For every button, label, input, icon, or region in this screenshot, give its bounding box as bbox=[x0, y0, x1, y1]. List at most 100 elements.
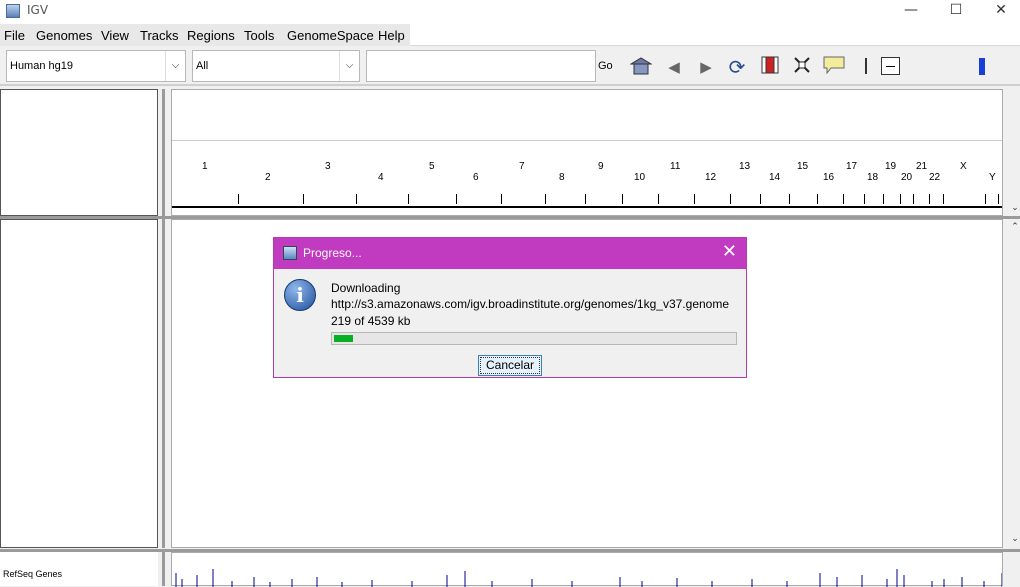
ruler-tick bbox=[985, 194, 986, 204]
chromosome-label[interactable]: 17 bbox=[846, 161, 857, 172]
close-icon[interactable]: ✕ bbox=[722, 243, 737, 261]
chromosome-label[interactable]: 15 bbox=[797, 161, 808, 172]
chromosome-label[interactable]: 21 bbox=[916, 161, 927, 172]
forward-icon[interactable]: ▶ bbox=[695, 56, 717, 78]
popup-text-icon[interactable] bbox=[823, 56, 845, 78]
ruler-tick bbox=[730, 194, 731, 204]
home-icon[interactable] bbox=[629, 56, 653, 78]
chevron-down-icon[interactable]: ⌵ bbox=[165, 51, 185, 81]
ruler-tick bbox=[998, 194, 999, 204]
chromosome-label[interactable]: 2 bbox=[265, 172, 271, 183]
ruler-tick bbox=[303, 194, 304, 204]
chromosome-label[interactable]: Y bbox=[989, 172, 996, 183]
menu-bar: File Genomes View Tracks Regions Tools G… bbox=[0, 24, 1020, 46]
ruler-tick bbox=[238, 194, 239, 204]
ruler-tick bbox=[900, 194, 901, 204]
ruler-tick bbox=[789, 194, 790, 204]
chromosome-label[interactable]: 20 bbox=[901, 172, 912, 183]
chromosome-label[interactable]: 13 bbox=[739, 161, 750, 172]
menu-genomes[interactable]: Genomes bbox=[36, 28, 92, 43]
menu-view[interactable]: View bbox=[101, 28, 129, 43]
chromosome-label[interactable]: 3 bbox=[325, 161, 331, 172]
menu-file[interactable]: File bbox=[4, 28, 25, 43]
scroll-down-icon[interactable]: ⌄ bbox=[1008, 534, 1020, 548]
go-button[interactable]: Go bbox=[598, 60, 613, 72]
menu-tracks[interactable]: Tracks bbox=[140, 28, 179, 43]
chromosome-label[interactable]: 11 bbox=[670, 161, 680, 172]
menu-regions[interactable]: Regions bbox=[187, 28, 235, 43]
chromosome-select-value: All bbox=[196, 60, 209, 72]
chevron-down-icon[interactable]: ⌵ bbox=[339, 51, 359, 81]
back-icon[interactable]: ◀ bbox=[663, 56, 685, 78]
genome-select[interactable]: Human hg19 ⌵ bbox=[6, 50, 186, 82]
ruler-icon[interactable] bbox=[865, 58, 867, 74]
ruler-tick bbox=[622, 194, 623, 204]
name-panel-header bbox=[0, 89, 158, 216]
roi-icon[interactable] bbox=[759, 56, 781, 78]
cancel-button[interactable]: Cancelar bbox=[478, 355, 542, 376]
maximize-button[interactable]: ☐ bbox=[933, 0, 979, 24]
scroll-down-icon[interactable]: ⌄ bbox=[1008, 203, 1020, 217]
ruler-tick bbox=[694, 194, 695, 204]
zoom-level-icon[interactable] bbox=[979, 58, 985, 75]
download-progress-text: 219 of 4539 kb bbox=[331, 314, 411, 328]
menu-help[interactable]: Help bbox=[378, 28, 405, 43]
close-window-button[interactable]: ✕ bbox=[978, 0, 1020, 24]
download-status: Downloading bbox=[331, 281, 401, 295]
ruler-tick bbox=[501, 194, 502, 204]
resize-icon[interactable] bbox=[791, 56, 813, 78]
chromosome-label[interactable]: X bbox=[960, 161, 967, 172]
ruler-tick bbox=[864, 194, 865, 204]
ruler-tick bbox=[929, 194, 930, 204]
chromosome-label[interactable]: 10 bbox=[634, 172, 645, 183]
chromosome-label[interactable]: 18 bbox=[867, 172, 878, 183]
chromosome-label[interactable]: 7 bbox=[519, 161, 525, 172]
locus-input[interactable] bbox=[366, 50, 596, 82]
dialog-title-bar[interactable]: Progreso... ✕ bbox=[274, 238, 746, 269]
ruler-tick bbox=[408, 194, 409, 204]
refresh-icon[interactable]: ⟳ bbox=[726, 56, 748, 78]
title-bar: IGV — ☐ ✕ bbox=[0, 0, 1020, 24]
chromosome-label[interactable]: 9 bbox=[598, 161, 604, 172]
download-url: http://s3.amazonaws.com/igv.broadinstitu… bbox=[331, 297, 730, 311]
progress-bar-fill bbox=[334, 335, 353, 342]
zoom-out-icon[interactable] bbox=[881, 57, 900, 75]
ruler-tick bbox=[913, 194, 914, 204]
chromosome-label[interactable]: 6 bbox=[473, 172, 479, 183]
window-title: IGV bbox=[27, 3, 49, 17]
ruler-tick bbox=[658, 194, 659, 204]
menu-tools[interactable]: Tools bbox=[244, 28, 274, 43]
chromosome-label[interactable]: 14 bbox=[769, 172, 780, 183]
chromosome-label[interactable]: 1 bbox=[202, 161, 208, 172]
data-name-panel bbox=[0, 219, 158, 548]
ruler-tick bbox=[817, 194, 818, 204]
chromosome-label[interactable]: 5 bbox=[429, 161, 435, 172]
refseq-track[interactable] bbox=[171, 552, 1003, 587]
refseq-track-label[interactable]: RefSeq Genes bbox=[3, 569, 62, 579]
ruler-tick bbox=[943, 194, 944, 204]
ruler-tick bbox=[843, 194, 844, 204]
igv-app-icon bbox=[283, 246, 297, 260]
menu-genomespace[interactable]: GenomeSpace bbox=[287, 28, 374, 43]
progress-dialog: Progreso... ✕ i Downloading http://s3.am… bbox=[273, 237, 747, 378]
chromosome-select[interactable]: All ⌵ bbox=[192, 50, 360, 82]
ruler-baseline bbox=[172, 206, 1002, 208]
scroll-up-icon[interactable]: ⌃ bbox=[1008, 222, 1020, 236]
chromosome-label[interactable]: 4 bbox=[378, 172, 384, 183]
chromosome-label[interactable]: 8 bbox=[559, 172, 565, 183]
chromosome-label[interactable]: 22 bbox=[929, 172, 940, 183]
chromosome-label[interactable]: 16 bbox=[823, 172, 834, 183]
panel-divider[interactable] bbox=[162, 552, 165, 586]
ruler-tick bbox=[356, 194, 357, 204]
download-progress-bar bbox=[331, 332, 737, 345]
ruler-tick bbox=[585, 194, 586, 204]
chromosome-label[interactable]: 12 bbox=[705, 172, 716, 183]
chromosome-label[interactable]: 19 bbox=[885, 161, 896, 172]
ruler-tick bbox=[760, 194, 761, 204]
panel-divider[interactable] bbox=[162, 219, 165, 548]
minimize-button[interactable]: — bbox=[888, 0, 934, 24]
ruler-tick bbox=[545, 194, 546, 204]
panel-divider[interactable] bbox=[162, 89, 165, 216]
ruler-panel bbox=[171, 89, 1003, 216]
genome-select-value: Human hg19 bbox=[10, 60, 73, 72]
